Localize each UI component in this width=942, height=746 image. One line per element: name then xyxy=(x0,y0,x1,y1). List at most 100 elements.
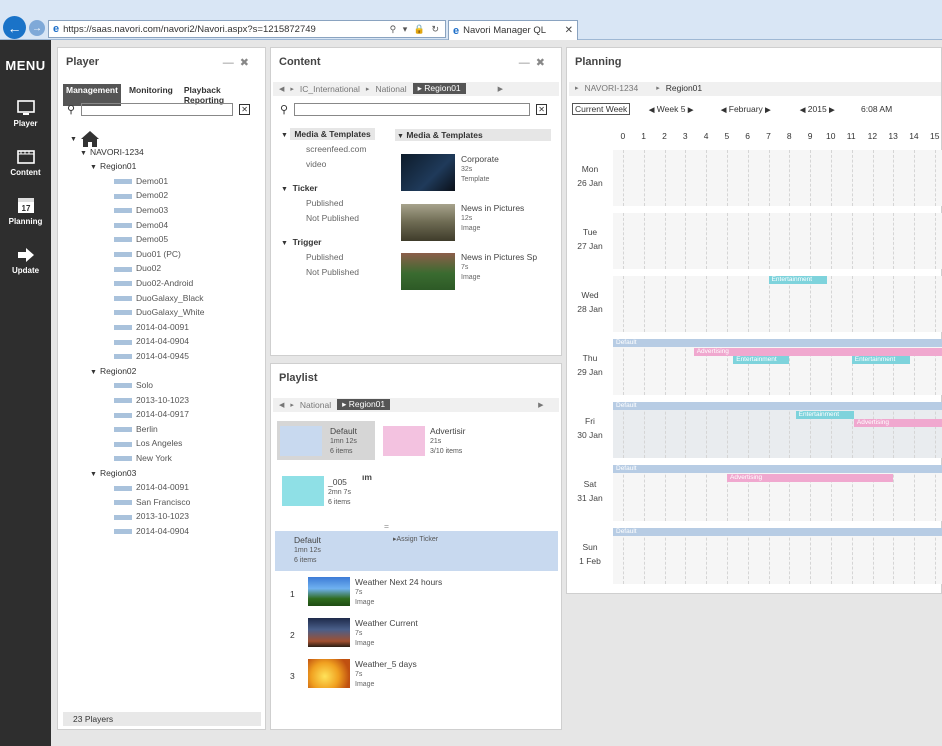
tree-region[interactable]: ▼ Region02 xyxy=(68,364,263,379)
media-thumbnail[interactable] xyxy=(401,204,455,241)
playlist-item-thumbnail[interactable] xyxy=(308,618,350,647)
tree-device[interactable]: Demo03 xyxy=(68,203,263,218)
search-icon[interactable]: ⚲ xyxy=(280,103,288,116)
day-row[interactable]: Entertainment xyxy=(613,276,942,332)
schedule-event[interactable]: Entertainment xyxy=(851,356,911,364)
media-title[interactable]: News in Pictures Sp xyxy=(461,252,545,262)
group-item[interactable]: video xyxy=(306,159,326,169)
tree-device[interactable]: Demo04 xyxy=(68,218,263,233)
playlist-tile-name[interactable]: _005 xyxy=(328,477,347,487)
playlist-item-title[interactable]: Weather Current xyxy=(355,618,418,628)
player-search-input[interactable] xyxy=(81,103,234,116)
month-selector[interactable]: ◀ February ▶ xyxy=(721,104,771,114)
breadcrumb-item[interactable]: National xyxy=(375,84,406,94)
address-tools[interactable]: ⚲ ▾ 🔒 ↻ xyxy=(390,24,441,35)
playlist-tile[interactable] xyxy=(383,426,425,456)
schedule-event[interactable]: Default xyxy=(613,528,942,536)
resize-handle-icon[interactable]: = xyxy=(384,521,389,531)
breadcrumb-next-icon[interactable]: ▶ xyxy=(538,401,543,409)
menu-item-player[interactable]: Player xyxy=(0,100,51,128)
breadcrumb-item-active[interactable]: ▸ Region01 xyxy=(412,83,466,94)
breadcrumb-item[interactable]: Region01 xyxy=(666,83,702,93)
breadcrumb-item[interactable]: NAVORI-1234 xyxy=(585,83,639,93)
week-selector[interactable]: ◀ Week 5 ▶ xyxy=(649,104,693,114)
day-row[interactable]: Default Advertising Entertainment Entertain… xyxy=(613,339,942,395)
tree-device[interactable]: Berlin xyxy=(68,422,263,437)
schedule-event[interactable]: Default xyxy=(613,402,942,410)
schedule-event[interactable]: Advertising xyxy=(727,473,894,482)
clear-search-icon[interactable]: ✕ xyxy=(239,104,251,115)
tree-device[interactable]: 2014-04-0904 xyxy=(68,334,263,349)
breadcrumb-item[interactable]: IC_International xyxy=(300,84,360,94)
playlist-tile[interactable] xyxy=(282,476,324,506)
tree-device[interactable]: Los Angeles xyxy=(68,436,263,451)
tree-device[interactable]: DuoGalaxy_White xyxy=(68,305,263,320)
assign-ticker-button[interactable]: ▸Assign Ticker xyxy=(393,535,438,545)
address-bar[interactable]: e https://saas.navori.com/navori2/Navori… xyxy=(48,20,446,38)
schedule-event[interactable]: Default xyxy=(613,465,942,473)
breadcrumb-item[interactable]: National xyxy=(300,400,331,410)
menu-label[interactable]: MENU xyxy=(0,58,51,73)
day-row[interactable] xyxy=(613,150,942,206)
media-thumbnail[interactable] xyxy=(401,154,455,191)
tree-device[interactable]: 2013-10-1023 xyxy=(68,393,263,408)
search-icon[interactable]: ⚲ xyxy=(67,103,75,116)
group-media-templates[interactable]: ▼ Media & Templates xyxy=(281,128,375,140)
forward-button[interactable]: → xyxy=(29,20,45,36)
schedule-event[interactable]: Default xyxy=(613,339,942,347)
tree-device[interactable]: Duo02 xyxy=(68,261,263,276)
tree-root-home[interactable]: ▼ xyxy=(68,130,263,147)
group-item[interactable]: Published xyxy=(306,252,343,262)
content-search-input[interactable] xyxy=(294,103,531,116)
tree-device[interactable]: 2013-10-1023 xyxy=(68,509,263,524)
tree-device[interactable]: Solo xyxy=(68,378,263,393)
tree-device[interactable]: Duo01 (PC) xyxy=(68,247,263,262)
group-ticker[interactable]: ▼ Ticker xyxy=(281,183,318,193)
day-row[interactable]: Default Entertainment Advertising xyxy=(613,402,942,458)
clear-search-icon[interactable]: ✕ xyxy=(536,104,548,115)
breadcrumb-next-icon[interactable]: ▶ xyxy=(498,85,503,93)
day-row[interactable] xyxy=(613,213,942,269)
back-button[interactable]: ← xyxy=(3,16,26,39)
media-list-header[interactable]: ▼ Media & Templates xyxy=(395,129,551,141)
tree-device[interactable]: 2014-04-0945 xyxy=(68,349,263,364)
tree-device[interactable]: Demo01 xyxy=(68,174,263,189)
media-title[interactable]: News in Pictures xyxy=(461,203,524,213)
tree-device[interactable]: 2014-04-0917 xyxy=(68,407,263,422)
schedule-event[interactable]: Advertising xyxy=(693,347,942,356)
menu-item-content[interactable]: Content xyxy=(0,149,51,177)
playlist-tile[interactable] xyxy=(280,426,322,456)
playlist-item-title[interactable]: Weather_5 days xyxy=(355,659,417,669)
year-selector[interactable]: ◀ 2015 ▶ xyxy=(800,104,834,114)
schedule-event[interactable]: Advertising xyxy=(853,419,942,427)
panel-controls[interactable]: —✖ xyxy=(223,56,255,69)
tree-device[interactable]: 2014-04-0091 xyxy=(68,320,263,335)
schedule-event[interactable]: Entertainment xyxy=(795,410,854,419)
tree-device[interactable]: Duo02-Android xyxy=(68,276,263,291)
tab-close-icon[interactable]: ✕ xyxy=(565,25,573,36)
playlist-item-title[interactable]: Weather Next 24 hours xyxy=(355,577,442,587)
group-item[interactable]: Not Published xyxy=(306,267,359,277)
playlist-tile-name[interactable]: Advertisir xyxy=(430,426,465,436)
tree-device[interactable]: San Francisco xyxy=(68,495,263,510)
group-item[interactable]: Published xyxy=(306,198,343,208)
tree-region[interactable]: ▼ Region03 xyxy=(68,466,263,481)
menu-item-update[interactable]: Update xyxy=(0,247,51,275)
day-row[interactable]: Default xyxy=(613,528,942,584)
tree-root-node[interactable]: ▼ NAVORI-1234 xyxy=(68,145,263,160)
tree-region[interactable]: ▼ Region01 xyxy=(68,159,263,174)
day-row[interactable]: Default Advertising xyxy=(613,465,942,521)
schedule-event[interactable]: Entertainment xyxy=(733,356,790,364)
menu-item-planning[interactable]: 17 Planning xyxy=(0,196,51,226)
playlist-item-thumbnail[interactable] xyxy=(308,577,350,606)
tree-device[interactable]: 2014-04-0091 xyxy=(68,480,263,495)
group-item[interactable]: screenfeed.com xyxy=(306,144,366,154)
breadcrumb-item-active[interactable]: ▸ Region01 xyxy=(337,399,391,410)
current-week-button[interactable]: Current Week xyxy=(572,103,631,115)
tree-device[interactable]: DuoGalaxy_Black xyxy=(68,291,263,306)
schedule-event[interactable]: Entertainment xyxy=(768,276,827,284)
tree-device[interactable]: Demo05 xyxy=(68,232,263,247)
media-title[interactable]: Corporate xyxy=(461,154,499,164)
playlist-item-thumbnail[interactable] xyxy=(308,659,350,688)
tree-device[interactable]: 2014-04-0904 xyxy=(68,524,263,539)
